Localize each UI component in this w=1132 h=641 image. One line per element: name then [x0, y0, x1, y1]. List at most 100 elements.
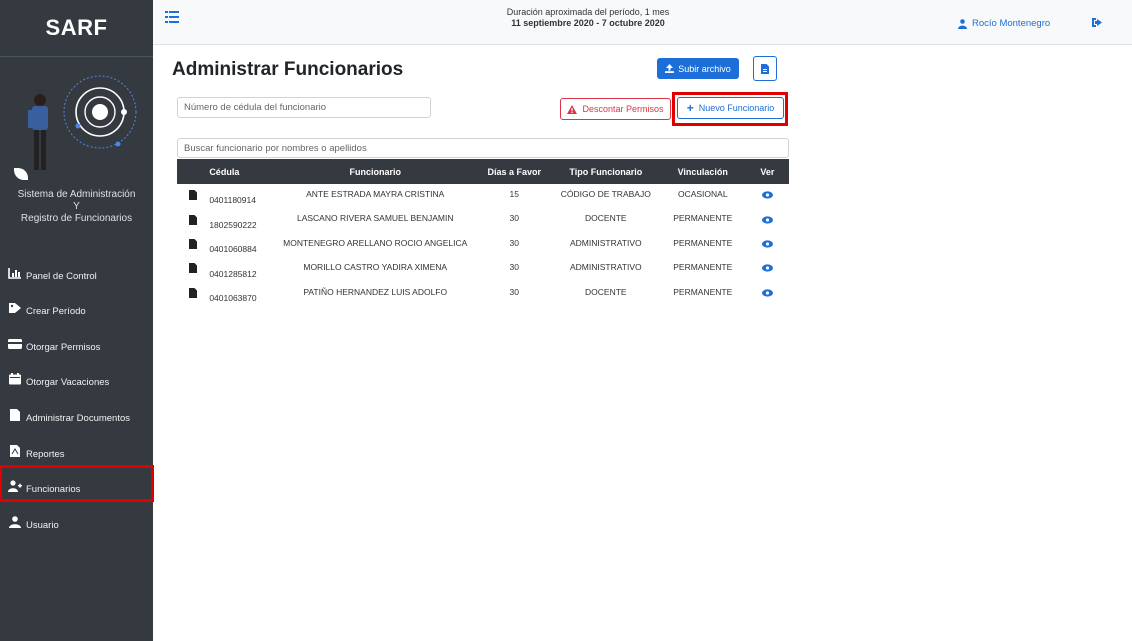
file-icon — [761, 63, 769, 74]
file-icon — [10, 408, 20, 421]
search-placeholder: Buscar funcionario por nombres o apellid… — [184, 142, 367, 154]
cedula-search-input[interactable]: Número de cédula del funcionario — [177, 97, 431, 118]
period-duration: Duración aproximada del período, 1 mes — [506, 7, 670, 17]
view-cell — [746, 282, 789, 306]
page-title: Administrar Funcionarios — [172, 59, 404, 80]
sidebar-item-reportes[interactable]: Reportes — [0, 430, 153, 466]
pdf-file-icon — [10, 444, 20, 457]
upload-file-label: Subir archivo — [678, 63, 731, 74]
funcionario-cell: MONTENEGRO ARELLANO ROCIO ANGELICA — [283, 237, 468, 248]
sidebar-item-administrar-documentos[interactable]: Administrar Documentos — [0, 394, 153, 430]
dias-cell: 15 — [509, 189, 519, 199]
dias-cell: 30 — [509, 213, 519, 224]
sidebar-item-otorgar-permisos[interactable]: Otorgar Permisos — [0, 323, 153, 359]
view-cell — [746, 208, 789, 232]
vinculacion-cell: OCASIONAL — [677, 189, 728, 199]
copy-icon[interactable] — [177, 208, 209, 232]
upload-file-button[interactable]: Subir archivo — [657, 58, 739, 79]
user-name: Rocío Montenegro — [972, 18, 1051, 29]
sidebar-item-label: Otorgar Permisos — [26, 341, 101, 353]
period-info: Duración aproximada del período, 1 mes 1… — [463, 7, 713, 29]
chart-icon — [8, 267, 21, 279]
nuevo-funcionario-button[interactable]: + Nuevo Funcionario — [677, 97, 784, 119]
user-menu[interactable]: Rocío Montenegro — [958, 18, 1050, 29]
calendar-icon — [9, 373, 21, 385]
sidebar: SARF Sistema de Administración Y Registr… — [0, 0, 154, 641]
eye-icon[interactable] — [761, 191, 773, 199]
plus-icon: + — [686, 101, 694, 115]
funcionario-cell: MORILLO CASTRO YADIRA XIMENA — [303, 262, 448, 273]
cedula-cell: 1802590222 — [209, 219, 257, 230]
name-search-input[interactable]: Buscar funcionario por nombres o apellid… — [177, 138, 789, 158]
copy-icon[interactable] — [177, 184, 209, 208]
vinculacion-cell: PERMANENTE — [673, 262, 733, 273]
tipo-cell: ADMINISTRATIVO — [569, 237, 642, 248]
header-tipo: Tipo Funcionario — [551, 159, 660, 184]
warning-icon — [567, 104, 578, 114]
sidebar-item-label: Otorgar Vacaciones — [26, 377, 110, 389]
cedula-cell: 0401180914 — [209, 195, 256, 206]
table-header-row: Cédula Funcionario Días a Favor Tipo Fun… — [177, 159, 789, 184]
subtitle-line: Y — [73, 201, 80, 212]
table-row: 0401285812 MORILLO CASTRO YADIRA XIMENA … — [177, 257, 789, 281]
vinculacion-cell: PERMANENTE — [673, 286, 733, 297]
header-dias: Días a Favor — [476, 159, 552, 184]
eye-icon[interactable] — [761, 264, 773, 272]
header-vinculacion: Vinculación — [659, 159, 746, 184]
document-button[interactable] — [753, 56, 777, 81]
table-row: 0401060884 MONTENEGRO ARELLANO ROCIO ANG… — [177, 233, 789, 257]
sidebar-item-crear-periodo[interactable]: Crear Período — [0, 288, 153, 324]
funcionario-cell: PATIÑO HERNANDEZ LUIS ADOLFO — [303, 286, 448, 297]
header-funcionario: Funcionario — [273, 159, 477, 184]
copy-icon[interactable] — [177, 282, 209, 306]
top-bar: Duración aproximada del período, 1 mes 1… — [153, 0, 1132, 45]
eye-icon[interactable] — [761, 289, 773, 297]
table-row: 0401180914 ANTE ESTRADA MAYRA CRISTINA 1… — [177, 184, 789, 208]
header-cedula: Cédula — [209, 159, 274, 184]
view-cell — [746, 257, 789, 281]
sidebar-item-funcionarios[interactable]: Funcionarios — [0, 464, 154, 503]
table-row: 1802590222 LASCANO RIVERA SAMUEL BENJAMI… — [177, 208, 789, 232]
cedula-cell: 0401060884 — [209, 244, 257, 255]
list-menu-icon[interactable] — [165, 10, 179, 24]
user-icon — [9, 515, 21, 528]
sidebar-item-otorgar-vacaciones[interactable]: Otorgar Vacaciones — [0, 359, 153, 395]
view-cell — [746, 233, 789, 257]
table-row: 0401063870 PATIÑO HERNANDEZ LUIS ADOLFO … — [177, 282, 789, 306]
copy-icon[interactable] — [177, 257, 209, 281]
sidebar-item-label: Funcionarios — [26, 484, 81, 496]
dias-cell: 30 — [509, 262, 519, 273]
nuevo-label: Nuevo Funcionario — [698, 103, 775, 113]
cedula-cell: 0401063870 — [209, 292, 257, 303]
logout-icon[interactable] — [1091, 17, 1103, 28]
header-ver: Ver — [745, 159, 789, 184]
sidebar-item-label: Reportes — [26, 448, 65, 460]
sidebar-item-label: Crear Período — [26, 306, 86, 318]
eye-icon[interactable] — [761, 240, 773, 248]
vinculacion-cell: PERMANENTE — [673, 237, 733, 248]
dias-cell: 30 — [509, 237, 519, 248]
funcionario-cell: ANTE ESTRADA MAYRA CRISTINA — [306, 189, 445, 199]
period-dates: 11 septiembre 2020 - 7 octubre 2020 — [511, 18, 665, 28]
user-plus-icon — [8, 480, 22, 493]
eye-icon[interactable] — [761, 215, 773, 224]
sidebar-item-label: Administrar Documentos — [26, 412, 131, 424]
sidebar-item-usuario[interactable]: Usuario — [0, 501, 153, 537]
sidebar-item-label: Panel de Control — [26, 270, 97, 282]
card-icon — [8, 338, 22, 349]
app-subtitle: Sistema de Administración Y Registro de … — [0, 189, 153, 225]
descontar-permisos-button[interactable]: Descontar Permisos — [560, 98, 671, 120]
subtitle-line: Registro de Funcionarios — [20, 213, 133, 224]
descontar-label: Descontar Permisos — [582, 104, 664, 114]
view-cell — [746, 184, 789, 208]
tipo-cell: DOCENTE — [585, 286, 627, 297]
vinculacion-cell: PERMANENTE — [673, 213, 733, 224]
copy-icon[interactable] — [177, 233, 209, 257]
cedula-cell: 0401285812 — [209, 268, 257, 279]
funcionario-cell: LASCANO RIVERA SAMUEL BENJAMIN — [296, 213, 454, 224]
brand-logo[interactable]: SARF — [0, 0, 153, 57]
tipo-cell: CÓDIGO DE TRABAJO — [560, 189, 651, 199]
sidebar-item-panel-de-control[interactable]: Panel de Control — [0, 252, 153, 288]
user-icon — [958, 18, 967, 29]
tag-icon — [9, 303, 21, 314]
